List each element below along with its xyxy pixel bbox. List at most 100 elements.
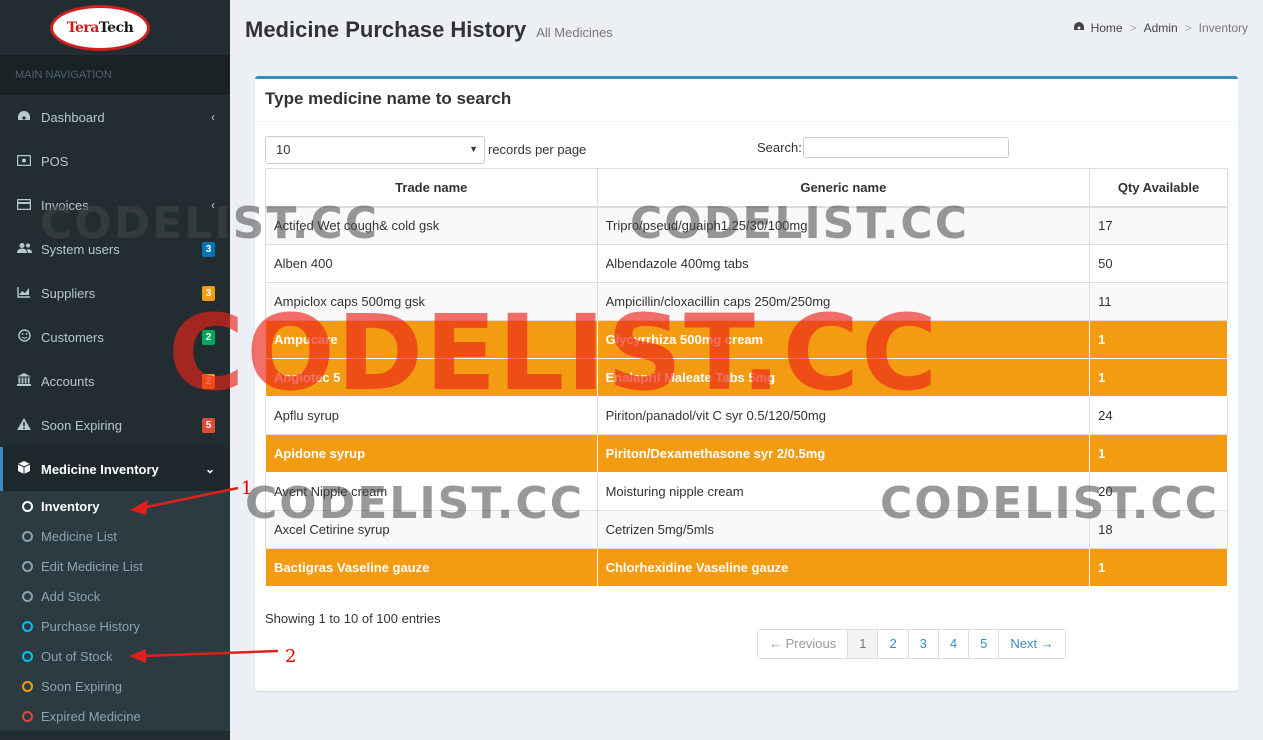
cell-trade: Angiotec 5 [265, 358, 598, 397]
dropdown-arrow-icon: ▼ [469, 144, 478, 154]
page-header: Medicine Purchase History All Medicines [245, 17, 613, 43]
sidebar-item-customers[interactable]: Customers 2 [0, 315, 230, 359]
page-length-select[interactable]: 10 ▼ [265, 136, 485, 164]
cell-trade: Ampucare [265, 320, 598, 359]
submenu-item-purchase-history[interactable]: Purchase History [0, 611, 230, 641]
invoice-icon [15, 198, 33, 213]
sidebar-item-system-users[interactable]: System users 3 [0, 227, 230, 271]
cell-generic: Tripro/pseud/guaiph1.25/30/100mg [596, 206, 1091, 245]
cell-generic: Enalapril Maleate Tabs 5mg [596, 358, 1091, 397]
page-4-button[interactable]: 4 [937, 630, 969, 658]
submenu-item-label: Soon Expiring [41, 678, 122, 694]
submenu-item-inventory[interactable]: Inventory [0, 491, 230, 521]
search-box: Type medicine name to search 10 ▼ record… [255, 76, 1238, 691]
table-row[interactable]: Apflu syrup Piriton/panadol/vit C syr 0.5… [265, 396, 1228, 435]
cell-qty: 17 [1089, 206, 1228, 245]
submenu-item-label: Add Stock [41, 588, 101, 604]
cell-trade: Apidone syrup [265, 434, 598, 473]
breadcrumb: Home > Admin > Inventory [1073, 21, 1248, 35]
cell-qty: 20 [1089, 472, 1228, 511]
cell-qty: 1 [1089, 358, 1228, 397]
cell-trade: Ampiclox caps 500mg gsk [265, 282, 598, 321]
sidebar-item-pos[interactable]: POS [0, 139, 230, 183]
col-generic-name[interactable]: Generic name [596, 168, 1091, 208]
sidebar-item-label: Invoices [41, 197, 89, 213]
table-row[interactable]: Ampucare Glycyrrhiza 500mg cream 1 [265, 320, 1228, 359]
cell-trade: Alben 400 [265, 244, 598, 283]
cell-generic: Piriton/panadol/vit C syr 0.5/120/50mg [596, 396, 1091, 435]
submenu: Inventory Medicine List Edit Medicine List… [0, 491, 230, 731]
sidebar-item-label: Medicine Inventory [41, 461, 159, 477]
logo[interactable]: TeraTech [50, 4, 150, 51]
cell-trade: Avent Nipple cream [265, 472, 598, 511]
col-trade-name[interactable]: Trade name [265, 168, 598, 208]
count-badge: 3 [202, 241, 215, 257]
sidebar-item-medicine-inventory[interactable]: Medicine Inventory ⌄ [0, 447, 230, 491]
table-row[interactable]: Axcel Cetirine syrup Cetrizen 5mg/5mls 18 [265, 510, 1228, 549]
submenu-item-expired-medicine[interactable]: Expired Medicine [0, 701, 230, 731]
page-title: Medicine Purchase History [245, 17, 527, 42]
previous-button[interactable]: ← Previous [758, 630, 848, 658]
count-badge: 2 [202, 373, 215, 389]
annotation-2: 2 [285, 646, 297, 667]
smiley-icon [15, 329, 33, 345]
count-badge: 2 [202, 329, 215, 345]
circle-icon [22, 500, 33, 512]
page-2-button[interactable]: 2 [877, 630, 908, 658]
circle-icon [22, 620, 33, 632]
pagination: ← Previous 1 2 3 4 5 Next → [757, 629, 1066, 659]
bank-icon [15, 373, 33, 389]
sidebar-item-label: Suppliers [41, 285, 96, 301]
logo-area: TeraTech [0, 0, 230, 55]
submenu-item-label: Expired Medicine [41, 708, 141, 724]
page-3-button[interactable]: 3 [907, 630, 938, 658]
page-length-label: records per page [488, 142, 587, 157]
table-row[interactable]: Apidone syrup Piriton/Dexamethasone syr 2… [265, 434, 1228, 473]
search-input[interactable] [803, 137, 1009, 158]
cell-qty: 1 [1089, 434, 1228, 473]
submenu-item-medicine-list[interactable]: Medicine List [0, 521, 230, 551]
medicine-table: Trade name Generic name Qty Available Ac… [265, 168, 1228, 587]
table-row[interactable]: Alben 400 Albendazole 400mg tabs 50 [265, 244, 1228, 283]
dashboard-icon [1073, 21, 1085, 35]
submenu-item-label: Out of Stock [41, 648, 113, 664]
cube-icon [15, 461, 33, 477]
cell-trade: Actifed Wet cough& cold gsk [265, 206, 598, 245]
sidebar-item-dashboard[interactable]: Dashboard ‹ [0, 95, 230, 139]
breadcrumb-admin[interactable]: Admin [1144, 21, 1178, 35]
count-badge: 3 [202, 285, 215, 301]
sidebar-item-accounts[interactable]: Accounts 2 [0, 359, 230, 403]
col-qty-available[interactable]: Qty Available [1089, 168, 1228, 208]
cell-qty: 24 [1089, 396, 1228, 435]
table-row[interactable]: Ampiclox caps 500mg gsk Ampicillin/cloxac… [265, 282, 1228, 321]
circle-icon [22, 560, 33, 572]
nav-list: Dashboard ‹ POS Invoices ‹ System users 3 Suppl… [0, 95, 230, 491]
cell-trade: Apflu syrup [265, 396, 598, 435]
submenu-item-out-of-stock[interactable]: Out of Stock [0, 641, 230, 671]
search-label: Search: [757, 140, 802, 155]
sidebar-item-label: Customers [41, 329, 104, 345]
nav-header: MAIN NAVIGATION [0, 55, 230, 95]
table-row[interactable]: Actifed Wet cough& cold gsk Tripro/pseud/… [265, 206, 1228, 245]
next-button[interactable]: Next → [998, 630, 1065, 658]
chevron-down-icon: ⌄ [204, 462, 215, 476]
users-icon [15, 242, 33, 257]
page-5-button[interactable]: 5 [968, 630, 999, 658]
page-subtitle: All Medicines [536, 25, 613, 40]
table-row[interactable]: Angiotec 5 Enalapril Maleate Tabs 5mg 1 [265, 358, 1228, 397]
table-row[interactable]: Avent Nipple cream Moisturing nipple crea… [265, 472, 1228, 511]
submenu-item-add-stock[interactable]: Add Stock [0, 581, 230, 611]
sidebar-item-suppliers[interactable]: Suppliers 3 [0, 271, 230, 315]
submenu-item-edit-medicine-list[interactable]: Edit Medicine List [0, 551, 230, 581]
sidebar-item-soon-expiring[interactable]: Soon Expiring 5 [0, 403, 230, 447]
cell-qty: 1 [1089, 548, 1228, 587]
cell-generic: Albendazole 400mg tabs [596, 244, 1091, 283]
cell-qty: 18 [1089, 510, 1228, 549]
circle-icon [22, 650, 33, 662]
sidebar-item-invoices[interactable]: Invoices ‹ [0, 183, 230, 227]
sidebar-item-label: Dashboard [41, 109, 105, 125]
submenu-item-soon-expiring[interactable]: Soon Expiring [0, 671, 230, 701]
breadcrumb-home[interactable]: Home [1091, 21, 1123, 35]
table-row[interactable]: Bactigras Vaseline gauze Chlorhexidine Va… [265, 548, 1228, 587]
page-1-button[interactable]: 1 [847, 630, 878, 658]
